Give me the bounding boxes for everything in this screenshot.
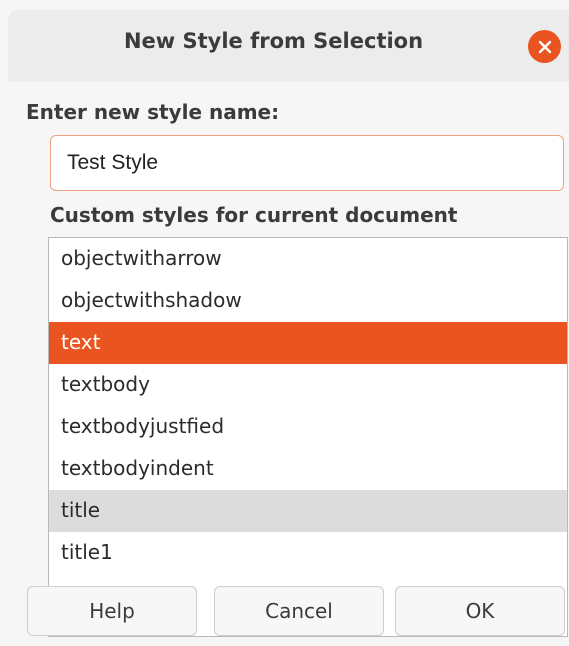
list-item[interactable]: title1	[49, 532, 567, 574]
style-name-input[interactable]	[50, 135, 564, 191]
list-item-hovered[interactable]: title	[49, 490, 567, 532]
custom-styles-label: Custom styles for current document	[50, 203, 458, 227]
dialog-title: New Style from Selection	[123, 29, 424, 53]
close-icon	[538, 40, 551, 53]
close-button[interactable]	[528, 30, 561, 63]
custom-styles-list[interactable]: objectwitharrow objectwithshadow text te…	[48, 237, 568, 637]
dialog-content: Enter new style name: Custom styles for …	[8, 82, 569, 646]
list-item[interactable]: textbody	[49, 364, 567, 406]
list-item[interactable]: textbodyjustfied	[49, 406, 567, 448]
list-item[interactable]: objectwitharrow	[49, 238, 567, 280]
style-name-label: Enter new style name:	[26, 100, 280, 124]
dialog-titlebar: New Style from Selection	[8, 10, 569, 82]
cancel-button[interactable]: Cancel	[214, 586, 384, 636]
list-item[interactable]: objectwithshadow	[49, 280, 567, 322]
ok-button[interactable]: OK	[395, 586, 565, 636]
list-item[interactable]: textbodyindent	[49, 448, 567, 490]
new-style-dialog: New Style from Selection Enter new style…	[0, 0, 569, 646]
help-button[interactable]: Help	[27, 586, 197, 636]
list-item-selected[interactable]: text	[49, 322, 567, 364]
